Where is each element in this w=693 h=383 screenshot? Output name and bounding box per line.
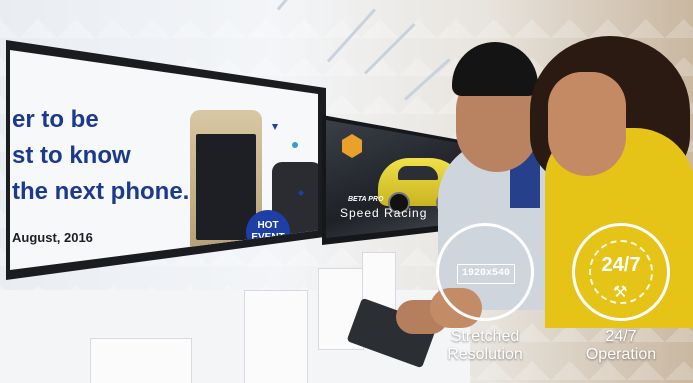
game-subtitle: BETA PRO	[348, 196, 384, 203]
resolution-frame-icon: 1920x540	[457, 264, 515, 284]
product-box	[244, 290, 308, 383]
operation-label: 24/7 Operation	[551, 328, 691, 364]
decor-dot-icon	[292, 142, 298, 148]
operation-icon-text: 24/7	[601, 254, 641, 276]
game-title: Speed Racing	[340, 206, 428, 220]
badge-line-1: HOT	[257, 220, 279, 231]
feature-label-line: Resolution	[447, 346, 523, 363]
game-logo-icon	[342, 134, 362, 158]
woman-face	[548, 72, 626, 176]
promo-line-2: st to know	[12, 142, 131, 169]
feature-label-line: Stretched	[450, 328, 520, 345]
feature-label-line: Operation	[585, 346, 657, 363]
decor-triangle-icon	[272, 124, 278, 130]
operation-feature: 24/7 ⚒	[572, 223, 670, 321]
operation-wrench-icon: ⚒	[613, 284, 628, 301]
product-box	[90, 338, 192, 383]
promo-line-3: the next phone.	[12, 178, 190, 205]
promo-line-1: er to be	[12, 106, 99, 133]
stretched-resolution-label: Stretched Resolution	[415, 328, 555, 364]
promo-date: August, 2016	[12, 230, 93, 245]
feature-label-line: 24/7	[605, 328, 637, 345]
store-scene: er to be st to know the next phone. Augu…	[0, 0, 693, 383]
stretched-resolution-feature: 1920x540	[436, 223, 534, 321]
